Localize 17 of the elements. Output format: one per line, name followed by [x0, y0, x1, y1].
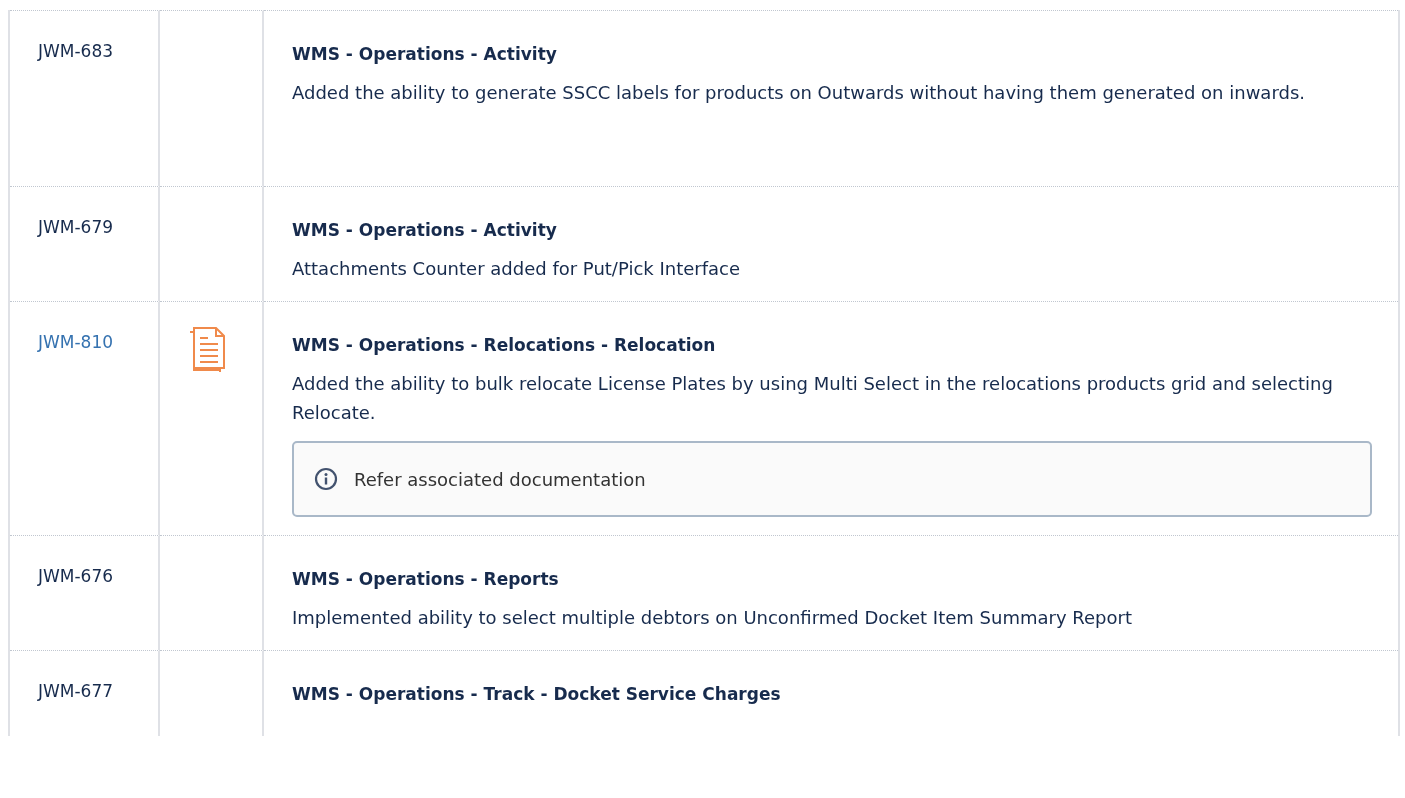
section-heading: WMS - Operations - Relocations - Relocation — [292, 335, 717, 355]
description-text: Attachments Counter added for Put/Pick Interface — [292, 257, 741, 281]
issue-key: JWM-676 — [38, 566, 114, 586]
section-heading: WMS - Operations - Activity — [292, 44, 558, 64]
description-text: Added the ability to generate SSCC labels for products on Outwards without having them generated on inwards. — [292, 81, 1306, 105]
description-text: Implemented ability to select multiple debtors on Unconfirmed Docket Item Summary Report — [292, 606, 1133, 630]
issue-key: JWM-683 — [38, 41, 114, 61]
info-text: Refer associated documentation — [354, 468, 646, 490]
issue-link[interactable]: JWM-810 — [38, 332, 114, 352]
issue-key: JWM-677 — [38, 681, 114, 701]
info-icon — [314, 467, 338, 491]
issue-key: JWM-679 — [38, 217, 114, 237]
description-text: Added the ability to bulk relocate License Plates by using Multi Select in the relocations products grid and selecting Relocate. — [292, 372, 1334, 425]
section-heading: WMS - Operations - Reports — [292, 569, 560, 589]
section-heading: WMS - Operations - Track - Docket Service Charges — [292, 684, 782, 704]
section-heading: WMS - Operations - Activity — [292, 220, 558, 240]
document-icon — [188, 326, 228, 372]
